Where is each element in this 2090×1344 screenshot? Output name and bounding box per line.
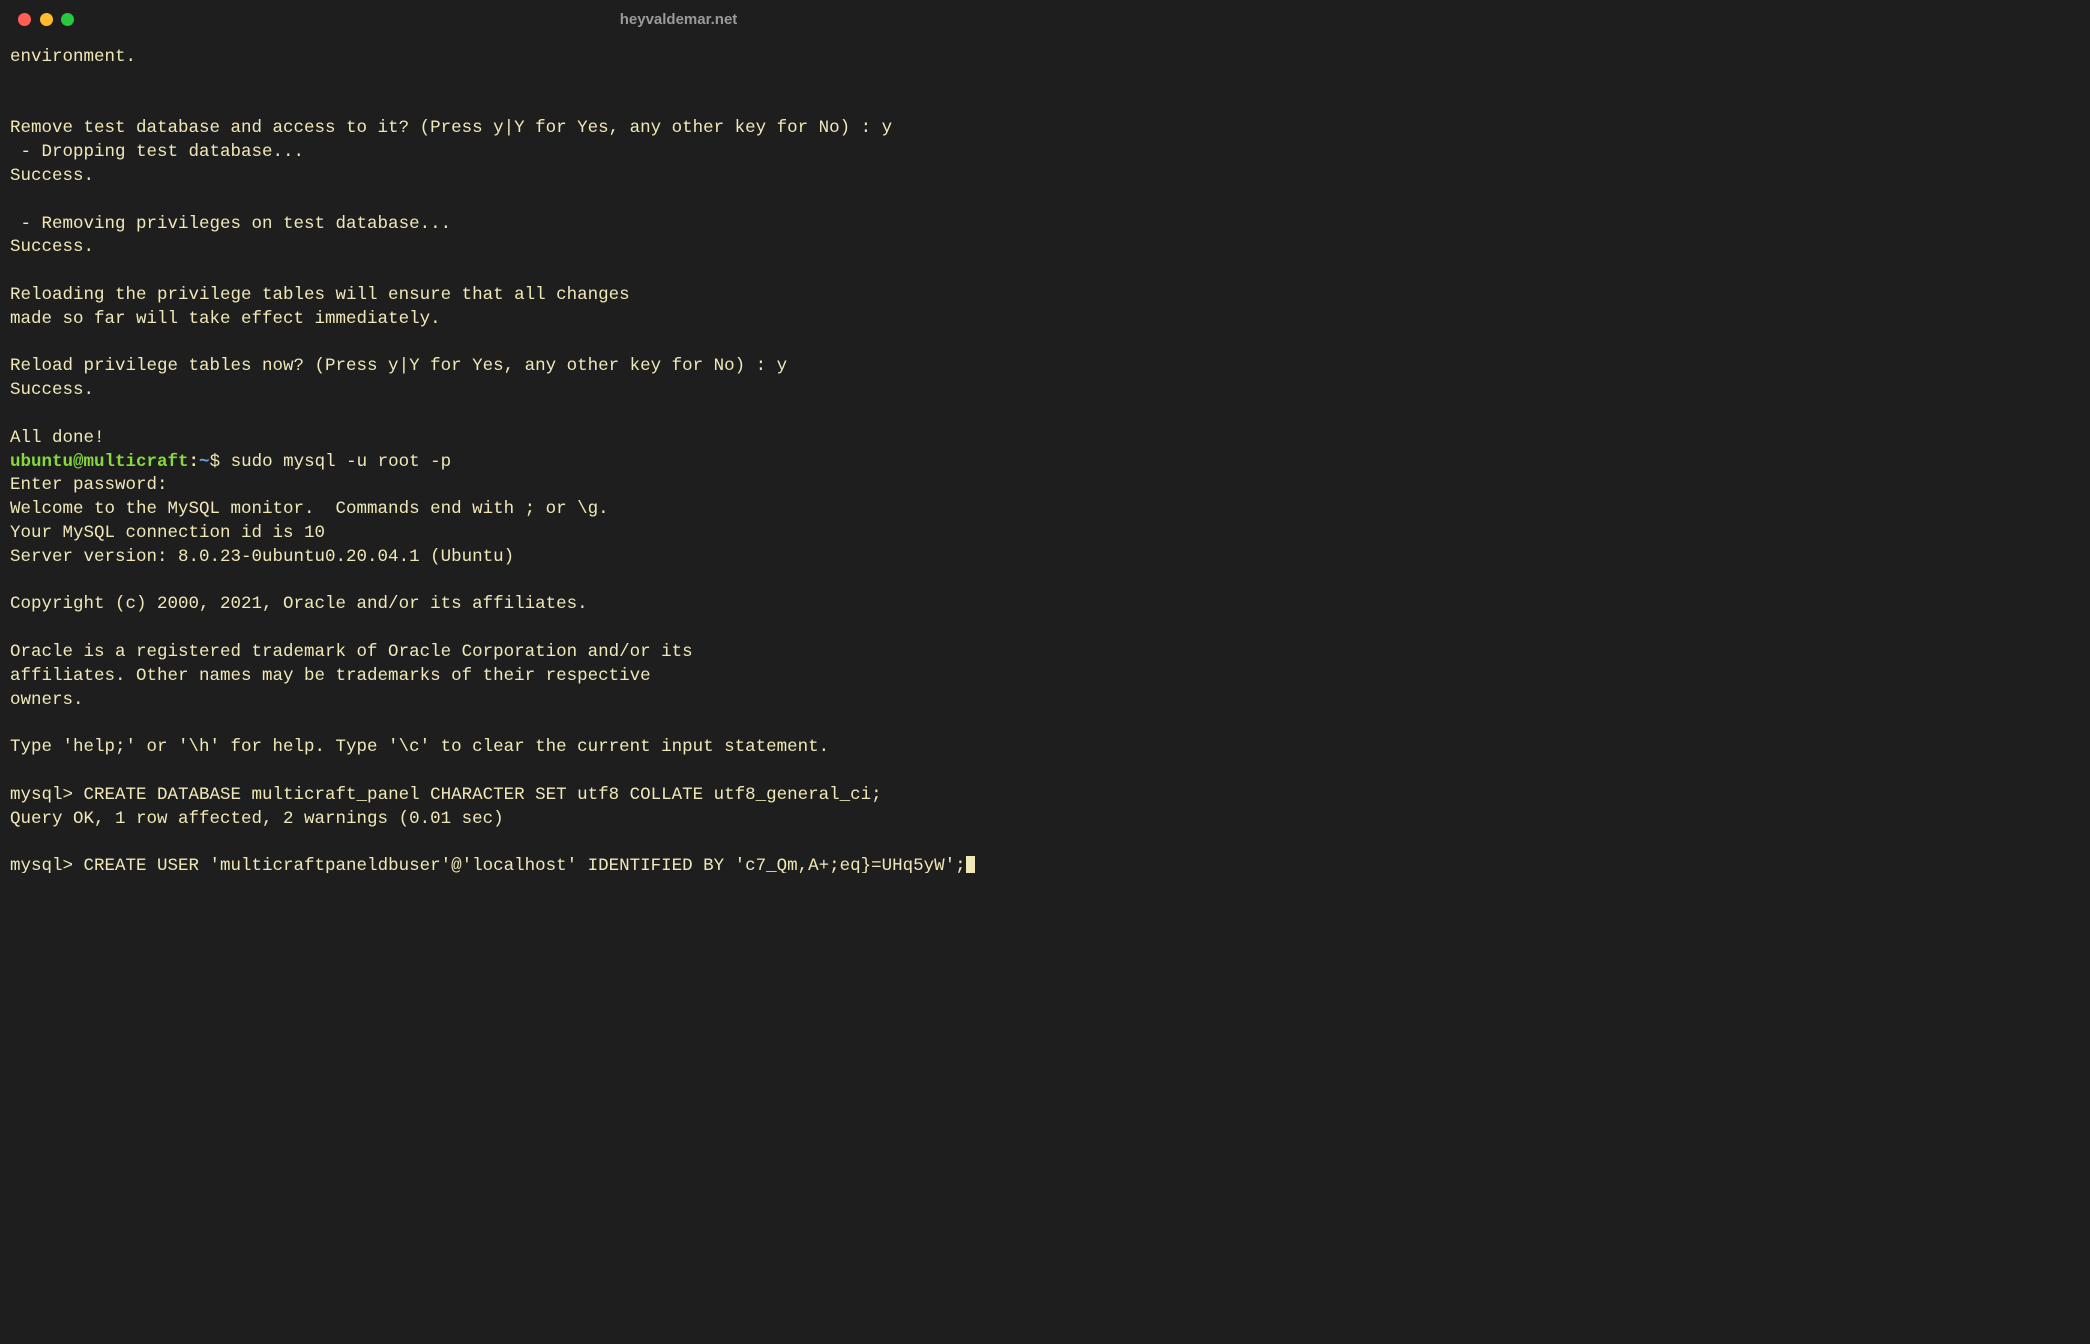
term-line: owners.: [10, 690, 84, 710]
term-line: All done!: [10, 428, 105, 448]
mysql-command: CREATE DATABASE multicraft_panel CHARACT…: [84, 785, 882, 805]
term-line: affiliates. Other names may be trademark…: [10, 666, 651, 686]
term-line: Type 'help;' or '\h' for help. Type '\c'…: [10, 737, 829, 757]
mysql-command: CREATE USER 'multicraftpaneldbuser'@'loc…: [84, 856, 966, 873]
terminal-body[interactable]: environment. Remove test database and ac…: [0, 38, 1357, 873]
term-line: environment.: [10, 47, 136, 67]
prompt-user-host: ubuntu@multicraft: [10, 452, 189, 472]
term-line: Your MySQL connection id is 10: [10, 523, 325, 543]
term-line: Welcome to the MySQL monitor. Commands e…: [10, 499, 609, 519]
term-line: made so far will take effect immediately…: [10, 309, 441, 329]
prompt-path: ~: [199, 452, 210, 472]
title-bar: heyvaldemar.net: [0, 0, 1357, 38]
mysql-prompt: mysql>: [10, 785, 84, 805]
term-line: Server version: 8.0.23-0ubuntu0.20.04.1 …: [10, 547, 514, 567]
term-line: Enter password:: [10, 475, 168, 495]
mysql-prompt: mysql>: [10, 856, 84, 873]
term-line: Reloading the privilege tables will ensu…: [10, 285, 630, 305]
prompt-colon: :: [189, 452, 200, 472]
close-icon[interactable]: [18, 13, 31, 26]
prompt-symbol: $: [210, 452, 231, 472]
term-line: Oracle is a registered trademark of Orac…: [10, 642, 693, 662]
term-line: Success.: [10, 166, 94, 186]
minimize-icon[interactable]: [40, 13, 53, 26]
term-line: Reload privilege tables now? (Press y|Y …: [10, 356, 787, 376]
term-line: Remove test database and access to it? (…: [10, 118, 892, 138]
term-line: Copyright (c) 2000, 2021, Oracle and/or …: [10, 594, 588, 614]
cursor-icon: [966, 856, 975, 873]
terminal-window: heyvaldemar.net environment. Remove test…: [0, 0, 1357, 873]
shell-command: sudo mysql -u root -p: [231, 452, 452, 472]
term-line: Success.: [10, 237, 94, 257]
traffic-lights: [18, 13, 74, 26]
term-line: Query OK, 1 row affected, 2 warnings (0.…: [10, 809, 504, 829]
term-line: Success.: [10, 380, 94, 400]
term-line: - Dropping test database...: [10, 142, 304, 162]
term-line: - Removing privileges on test database..…: [10, 214, 451, 234]
window-title: heyvaldemar.net: [0, 11, 1357, 28]
zoom-icon[interactable]: [61, 13, 74, 26]
